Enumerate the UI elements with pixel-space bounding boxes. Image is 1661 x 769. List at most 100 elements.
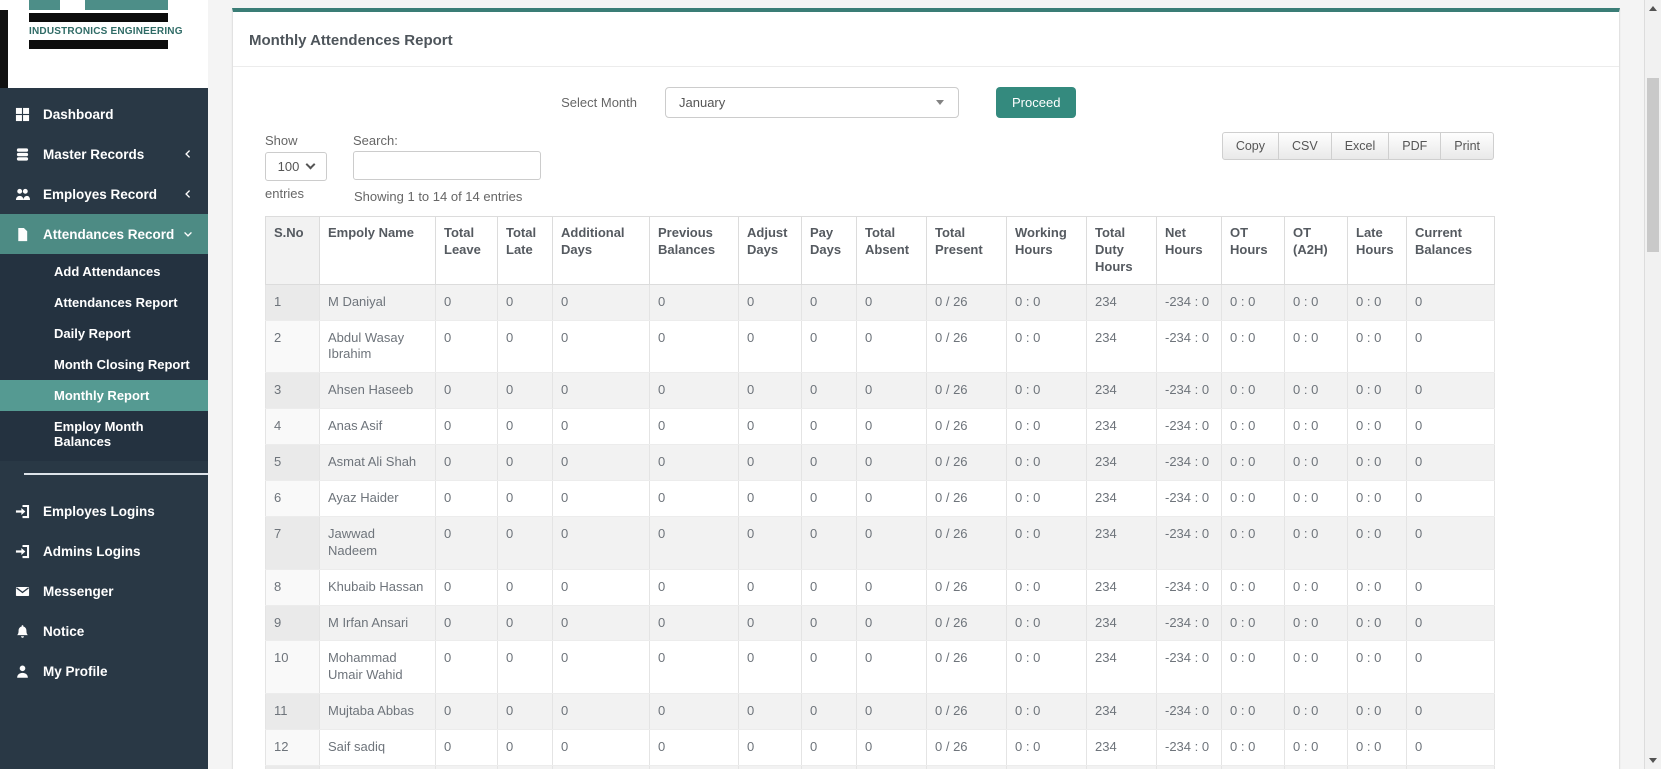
table-cell: 0 xyxy=(801,516,857,570)
scrollbar[interactable] xyxy=(1644,0,1661,769)
column-header-net-hours[interactable]: Net Hours xyxy=(1156,216,1222,285)
sidebar-divider xyxy=(24,473,208,475)
table-cell: 0 : 0 xyxy=(1221,729,1285,767)
export-copy-button[interactable]: Copy xyxy=(1221,132,1280,160)
table-cell: 0 xyxy=(552,372,650,410)
column-header-total-absent[interactable]: Total Absent xyxy=(856,216,927,285)
table-cell: 0 xyxy=(856,640,927,695)
sidebar-subitem-daily-report[interactable]: Daily Report xyxy=(0,318,208,349)
table-cell: 0 xyxy=(1406,408,1495,446)
page-length-select[interactable]: 100 xyxy=(265,152,327,181)
cell-sno: 8 xyxy=(265,569,320,606)
month-select[interactable]: January xyxy=(665,87,959,118)
column-header-total-leave[interactable]: Total Leave xyxy=(435,216,498,285)
cell-sno: 9 xyxy=(265,605,320,642)
cell-employee-name: Abdul Wasay Ibrahim xyxy=(319,320,436,374)
table-cell: 234 xyxy=(1086,729,1157,767)
cell-employee-name: M Irfan Ansari xyxy=(319,605,436,642)
down-arrow-icon xyxy=(1649,758,1657,763)
table-cell: 0 : 0 xyxy=(1284,320,1348,374)
table-cell xyxy=(649,765,739,769)
table-cell: -234 : 0 xyxy=(1156,372,1222,410)
table-cell: -234 : 0 xyxy=(1156,729,1222,767)
table-cell: 0 : 0 xyxy=(1284,569,1348,606)
table-cell: 0 xyxy=(1406,516,1495,570)
scroll-down-button[interactable] xyxy=(1645,752,1661,769)
table-cell: 0 xyxy=(738,729,802,767)
export-excel-button[interactable]: Excel xyxy=(1331,132,1390,160)
sign-in-icon xyxy=(15,543,32,559)
sidebar-item-employes-record[interactable]: Employes Record xyxy=(0,174,208,214)
cell-employee-name: Mohammad Umair Wahid xyxy=(319,640,436,695)
sidebar-item-notice[interactable]: Notice xyxy=(0,611,208,651)
sidebar-subitem-add-attendances[interactable]: Add Attendances xyxy=(0,256,208,287)
column-header-total-duty-hours[interactable]: Total Duty Hours xyxy=(1086,216,1157,285)
table-row-partial xyxy=(265,765,1495,769)
table-cell: 0 : 0 xyxy=(1347,372,1407,410)
logo-bar-top xyxy=(29,13,168,22)
sidebar-item-master-records[interactable]: Master Records xyxy=(0,134,208,174)
table-cell: 0 : 0 xyxy=(1284,693,1348,731)
column-header-current-balances[interactable]: Current Balances xyxy=(1406,216,1495,285)
table-cell: 0 xyxy=(435,480,498,517)
column-header-total-late[interactable]: Total Late xyxy=(497,216,553,285)
table-cell: 0 xyxy=(435,444,498,482)
column-header-ot-a2h[interactable]: OT (A2H) xyxy=(1284,216,1348,285)
sidebar-item-attendances-record[interactable]: Attendances Record xyxy=(0,214,208,254)
table-controls: Show 100 entries Search: Showing 1 to 14… xyxy=(265,128,1494,216)
table-cell: 0 xyxy=(801,480,857,517)
file-icon xyxy=(15,226,32,242)
table-cell: 0 xyxy=(1406,284,1495,321)
column-header-late-hours[interactable]: Late Hours xyxy=(1347,216,1407,285)
table-cell: 0 / 26 xyxy=(926,408,1007,446)
sidebar-menu-lower: Employes Logins Admins Logins Messenger Not… xyxy=(0,485,208,691)
export-pdf-button[interactable]: PDF xyxy=(1389,132,1442,160)
sidebar-item-employes-logins[interactable]: Employes Logins xyxy=(0,491,208,531)
column-header-working-hours[interactable]: Working Hours xyxy=(1006,216,1087,285)
sidebar-item-dashboard[interactable]: Dashboard xyxy=(0,94,208,134)
table-cell: 0 : 0 xyxy=(1006,693,1087,731)
column-header-empoly-name[interactable]: Empoly Name xyxy=(319,216,436,285)
table-cell: 0 : 0 xyxy=(1221,480,1285,517)
column-header-adjust-days[interactable]: Adjust Days xyxy=(738,216,802,285)
table-cell: 0 xyxy=(856,605,927,642)
sidebar-subitem-monthly-report[interactable]: Monthly Report xyxy=(0,380,208,411)
sidebar-item-messenger[interactable]: Messenger xyxy=(0,571,208,611)
table-cell: -234 : 0 xyxy=(1156,640,1222,695)
sidebar-item-my-profile[interactable]: My Profile xyxy=(0,651,208,691)
table-cell: 0 xyxy=(435,729,498,767)
proceed-button[interactable]: Proceed xyxy=(996,87,1077,118)
table-cell: 0 xyxy=(801,444,857,482)
table-cell xyxy=(1347,765,1407,769)
table-cell: 0 xyxy=(1406,480,1495,517)
page-title: Monthly Attendences Report xyxy=(233,12,1619,67)
cell-sno: 10 xyxy=(265,640,320,695)
column-header-total-present[interactable]: Total Present xyxy=(926,216,1007,285)
column-header-pay-days[interactable]: Pay Days xyxy=(801,216,857,285)
column-header-additional-days[interactable]: Additional Days xyxy=(552,216,650,285)
column-header-s-no[interactable]: S.No xyxy=(265,216,320,285)
table-cell: 0 / 26 xyxy=(926,640,1007,695)
table-cell: 0 xyxy=(552,320,650,374)
export-print-button[interactable]: Print xyxy=(1441,132,1494,160)
table-cell: 0 : 0 xyxy=(1347,444,1407,482)
table-cell: 0 xyxy=(649,408,739,446)
column-header-previous-balances[interactable]: Previous Balances xyxy=(649,216,739,285)
sidebar-subitem-month-closing-report[interactable]: Month Closing Report xyxy=(0,349,208,380)
column-header-ot-hours[interactable]: OT Hours xyxy=(1221,216,1285,285)
table-cell: 234 xyxy=(1086,569,1157,606)
sidebar-subitem-employ-month-balances[interactable]: Employ Month Balances xyxy=(0,411,208,457)
sidebar-item-admins-logins[interactable]: Admins Logins xyxy=(0,531,208,571)
sidebar-subitem-attendances-report[interactable]: Attendances Report xyxy=(0,287,208,318)
scroll-up-button[interactable] xyxy=(1645,0,1661,17)
scrollbar-thumb[interactable] xyxy=(1647,78,1659,252)
search-input[interactable] xyxy=(353,151,541,180)
table-cell: 0 / 26 xyxy=(926,284,1007,321)
export-csv-button[interactable]: CSV xyxy=(1279,132,1332,160)
table-cell: 0 : 0 xyxy=(1284,444,1348,482)
sidebar-item-label: Dashboard xyxy=(43,106,114,122)
table-cell: 0 : 0 xyxy=(1006,729,1087,767)
table-cell: 0 xyxy=(738,408,802,446)
table-cell xyxy=(1284,765,1348,769)
sidebar-menu: Dashboard Master Records Employes Record At… xyxy=(0,88,208,461)
